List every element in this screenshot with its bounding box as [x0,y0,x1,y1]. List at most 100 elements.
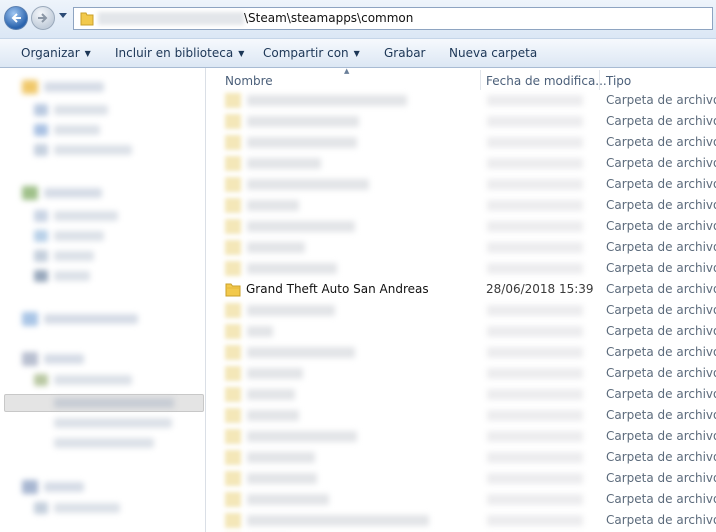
forward-arrow-icon [38,13,48,23]
folder-icon [225,366,241,381]
file-type: Carpeta de archivos [606,282,716,296]
folder-icon [225,135,241,150]
nav-item-icon [34,104,48,116]
burn-button[interactable]: Grabar [384,46,426,60]
redacted-date [487,116,583,127]
nav-item-icon [34,270,48,282]
table-row[interactable]: Carpeta de archivos [207,216,716,237]
redacted-date [487,221,583,232]
column-header-name[interactable]: Nombre [225,74,273,88]
file-type: Carpeta de archivos [606,513,716,527]
organize-menu-button[interactable]: Organizar ▼ [21,46,91,60]
share-with-menu-button[interactable]: Compartir con ▼ [263,46,360,60]
redacted-date [487,95,583,106]
sort-ascending-icon: ▲ [344,68,350,75]
table-row[interactable]: Carpeta de archivos [207,321,716,342]
table-row[interactable]: Carpeta de archivos [207,384,716,405]
redacted-file-name [247,326,273,337]
file-type: Carpeta de archivos [606,198,716,212]
chevron-down-icon: ▼ [353,49,360,58]
organize-label: Organizar [21,46,80,60]
redacted-date [487,473,583,484]
redacted-file-name [247,515,429,526]
file-type: Carpeta de archivos [606,345,716,359]
nav-item-blur [54,211,118,221]
nav-item-icon [34,144,48,156]
forward-button[interactable] [31,6,55,30]
file-type: Carpeta de archivos [606,219,716,233]
table-row[interactable]: Carpeta de archivos [207,405,716,426]
table-row[interactable]: Carpeta de archivos [207,237,716,258]
nav-item-blur [44,354,84,364]
file-type: Carpeta de archivos [606,177,716,191]
table-row[interactable]: Carpeta de archivos [207,510,716,531]
table-row[interactable]: Carpeta de archivos [207,153,716,174]
file-row-selected-folder[interactable]: Grand Theft Auto San Andreas 28/06/2018 1… [207,279,716,300]
file-type: Carpeta de archivos [606,135,716,149]
folder-icon [225,303,241,318]
recent-locations-chevron-down-icon[interactable] [58,12,68,20]
folder-icon [225,177,241,192]
nav-item-blur [54,418,172,428]
nav-item-blur [54,231,104,241]
table-row[interactable]: Carpeta de archivos [207,195,716,216]
folder-icon [225,408,241,423]
file-date-modified: 28/06/2018 15:39 [486,282,594,296]
redacted-date [487,305,583,316]
nav-item-icon [34,124,48,136]
redacted-file-name [247,179,369,190]
table-row[interactable]: Carpeta de archivos [207,258,716,279]
table-row[interactable]: Carpeta de archivos [207,132,716,153]
column-headers: ▲ Nombre Fecha de modifica... Tipo [207,68,716,92]
folder-icon [225,324,241,339]
redacted-date [487,452,583,463]
redacted-file-name [247,242,305,253]
table-row[interactable]: Carpeta de archivos [207,363,716,384]
folder-icon [225,198,241,213]
libraries-icon [22,186,38,200]
table-row[interactable]: Carpeta de archivos [207,468,716,489]
redacted-file-name [247,263,337,274]
nav-item-icon [34,502,48,514]
column-header-type[interactable]: Tipo [606,74,631,88]
folder-icon [225,156,241,171]
redacted-file-name [247,305,335,316]
file-type: Carpeta de archivos [606,492,716,506]
file-type: Carpeta de archivos [606,408,716,422]
table-row[interactable]: Carpeta de archivos [207,174,716,195]
table-row[interactable]: Carpeta de archivos [207,489,716,510]
include-library-menu-button[interactable]: Incluir en biblioteca ▼ [115,46,244,60]
file-type: Carpeta de archivos [606,366,716,380]
nav-item-blur [54,375,132,385]
folder-icon [80,12,94,26]
table-row[interactable]: Carpeta de archivos [207,426,716,447]
table-row[interactable]: Carpeta de archivos [207,342,716,363]
navigation-pane[interactable] [0,68,206,532]
address-redacted-segment [98,12,244,25]
redacted-date [487,494,583,505]
nav-item-blur [54,503,120,513]
folder-icon [225,240,241,255]
file-type: Carpeta de archivos [606,114,716,128]
redacted-date [487,410,583,421]
redacted-date [487,326,583,337]
redacted-file-name [247,431,357,442]
column-divider[interactable] [599,70,600,90]
redacted-date [487,347,583,358]
table-row[interactable]: Carpeta de archivos [207,300,716,321]
address-input[interactable]: \Steam\steamapps\common [73,7,713,30]
file-type: Carpeta de archivos [606,429,716,443]
file-type: Carpeta de archivos [606,303,716,317]
table-row[interactable]: Carpeta de archivos [207,90,716,111]
file-type: Carpeta de archivos [606,261,716,275]
nav-item-blur [54,438,154,448]
column-divider[interactable] [480,70,481,90]
table-row[interactable]: Carpeta de archivos [207,447,716,468]
table-row[interactable]: Carpeta de archivos [207,111,716,132]
nav-item-blur [54,125,100,135]
file-type: Carpeta de archivos [606,450,716,464]
column-header-date-modified[interactable]: Fecha de modifica... [486,74,607,88]
new-folder-button[interactable]: Nueva carpeta [449,46,537,60]
back-button[interactable] [4,6,28,30]
homegroup-icon [22,312,38,326]
